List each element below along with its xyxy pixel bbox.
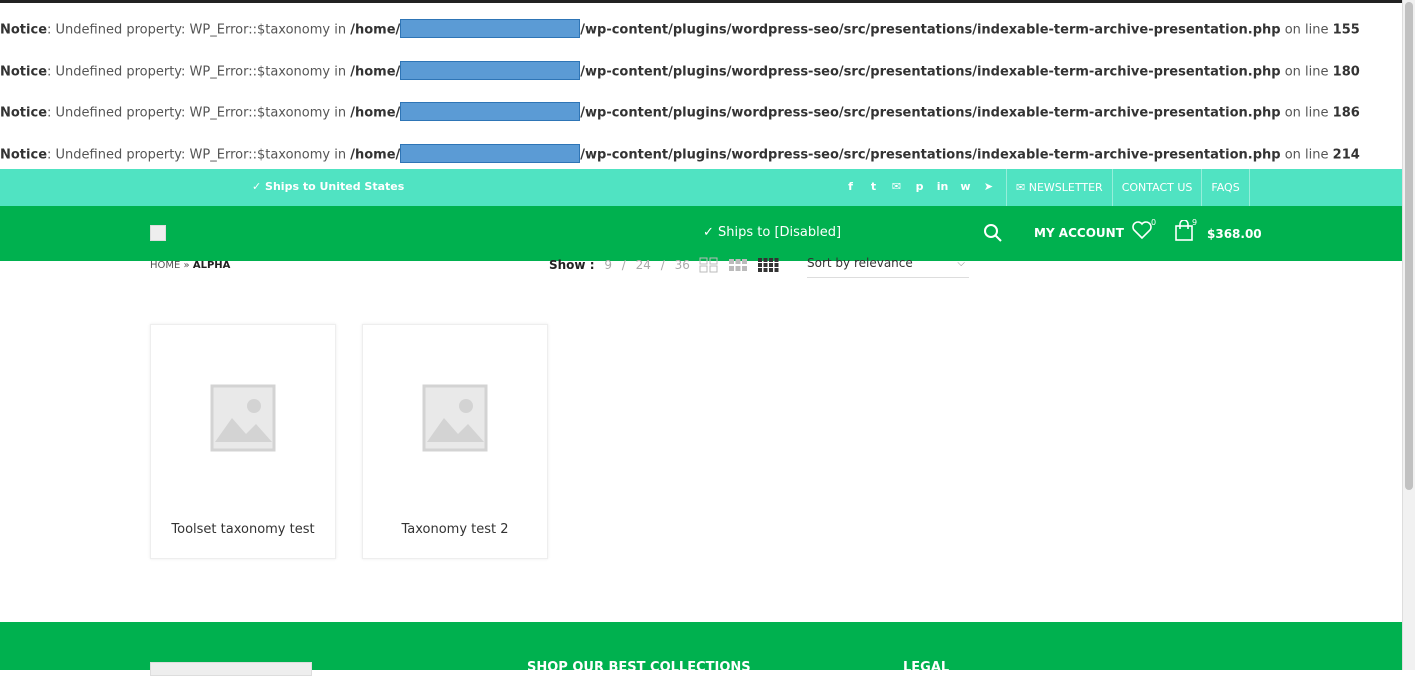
main-header: ✓ Ships to [Disabled] MY ACCOUNT 0 9 $36… — [0, 206, 1403, 261]
chevron-down-icon: ⌵ — [957, 258, 965, 269]
grid-view-switcher — [699, 257, 779, 277]
faqs-link[interactable]: FAQS — [1201, 169, 1250, 206]
page-scrollbar[interactable] — [1402, 0, 1415, 670]
product-title[interactable]: Taxonomy test 2 — [363, 522, 547, 537]
facebook-icon[interactable]: f — [843, 179, 858, 194]
php-notice: Notice: Undefined property: WP_Error::$t… — [0, 60, 1403, 106]
whatsapp-icon[interactable]: w — [958, 179, 973, 194]
cart-button[interactable]: 9 — [1174, 218, 1198, 246]
heart-icon — [1131, 221, 1153, 244]
top-border — [0, 0, 1403, 3]
sort-select[interactable]: Sort by relevance ⌵ — [807, 256, 969, 278]
product-card[interactable]: Taxonomy test 2 — [362, 324, 548, 559]
linkedin-icon[interactable]: in — [935, 179, 950, 194]
footer-heading-legal: LEGAL — [903, 660, 950, 675]
email-icon[interactable]: ✉ — [889, 179, 904, 194]
twitter-icon[interactable]: t — [866, 179, 881, 194]
cart-total[interactable]: $368.00 — [1207, 227, 1262, 241]
product-card[interactable]: Toolset taxonomy test — [150, 324, 336, 559]
my-account-link[interactable]: MY ACCOUNT — [1034, 226, 1124, 240]
newsletter-link[interactable]: ✉ NEWSLETTER — [1006, 169, 1112, 206]
wishlist-button[interactable]: 0 — [1131, 218, 1157, 244]
per-page-36[interactable]: 36 — [675, 258, 690, 272]
breadcrumb-home[interactable]: HOME — [150, 260, 180, 271]
wishlist-count: 0 — [1151, 218, 1157, 227]
search-icon[interactable] — [983, 223, 1003, 247]
redaction-box — [400, 102, 581, 121]
ships-to-label: ✓ Ships to United States — [252, 180, 405, 193]
site-logo[interactable] — [150, 225, 166, 241]
footer-logo[interactable] — [150, 662, 312, 676]
redaction-box — [400, 19, 581, 38]
top-bar: ✓ Ships to United States f t ✉ p in w ➤ … — [0, 169, 1403, 206]
footer-heading-collections: SHOP OUR BEST COLLECTIONS — [527, 660, 751, 675]
pinterest-icon[interactable]: p — [912, 179, 927, 194]
breadcrumb-current: ALPHA — [192, 260, 231, 271]
grid-3-icon[interactable] — [728, 257, 748, 277]
redaction-box — [400, 60, 581, 80]
grid-4-icon[interactable] — [757, 257, 779, 277]
per-page-selector: Show : 9 / 24 / 36 — [549, 258, 690, 272]
product-title[interactable]: Toolset taxonomy test — [151, 522, 335, 537]
php-notice: Notice: Undefined property: WP_Error::$t… — [0, 102, 1403, 147]
scrollbar-thumb[interactable] — [1405, 2, 1413, 490]
breadcrumb: HOME » ALPHA — [150, 260, 231, 271]
ships-to-main: ✓ Ships to [Disabled] — [703, 225, 842, 240]
social-links: f t ✉ p in w ➤ — [843, 179, 996, 194]
image-placeholder-icon — [210, 384, 276, 456]
contact-us-link[interactable]: CONTACT US — [1111, 169, 1202, 206]
top-nav: ✉ NEWSLETTER CONTACT US FAQS — [1006, 169, 1250, 206]
footer: SHOP OUR BEST COLLECTIONS LEGAL — [0, 622, 1403, 676]
shopping-bag-icon — [1174, 219, 1194, 246]
cart-count: 9 — [1192, 218, 1198, 227]
php-notices: Notice: Undefined property: WP_Error::$t… — [0, 19, 1403, 188]
grid-2-icon[interactable] — [699, 257, 719, 277]
per-page-24[interactable]: 24 — [636, 258, 651, 272]
image-placeholder-icon — [422, 384, 488, 456]
redaction-box — [400, 143, 581, 163]
per-page-9[interactable]: 9 — [604, 258, 612, 272]
envelope-icon: ✉ — [1016, 181, 1029, 194]
telegram-icon[interactable]: ➤ — [981, 179, 996, 194]
php-notice: Notice: Undefined property: WP_Error::$t… — [0, 19, 1403, 64]
